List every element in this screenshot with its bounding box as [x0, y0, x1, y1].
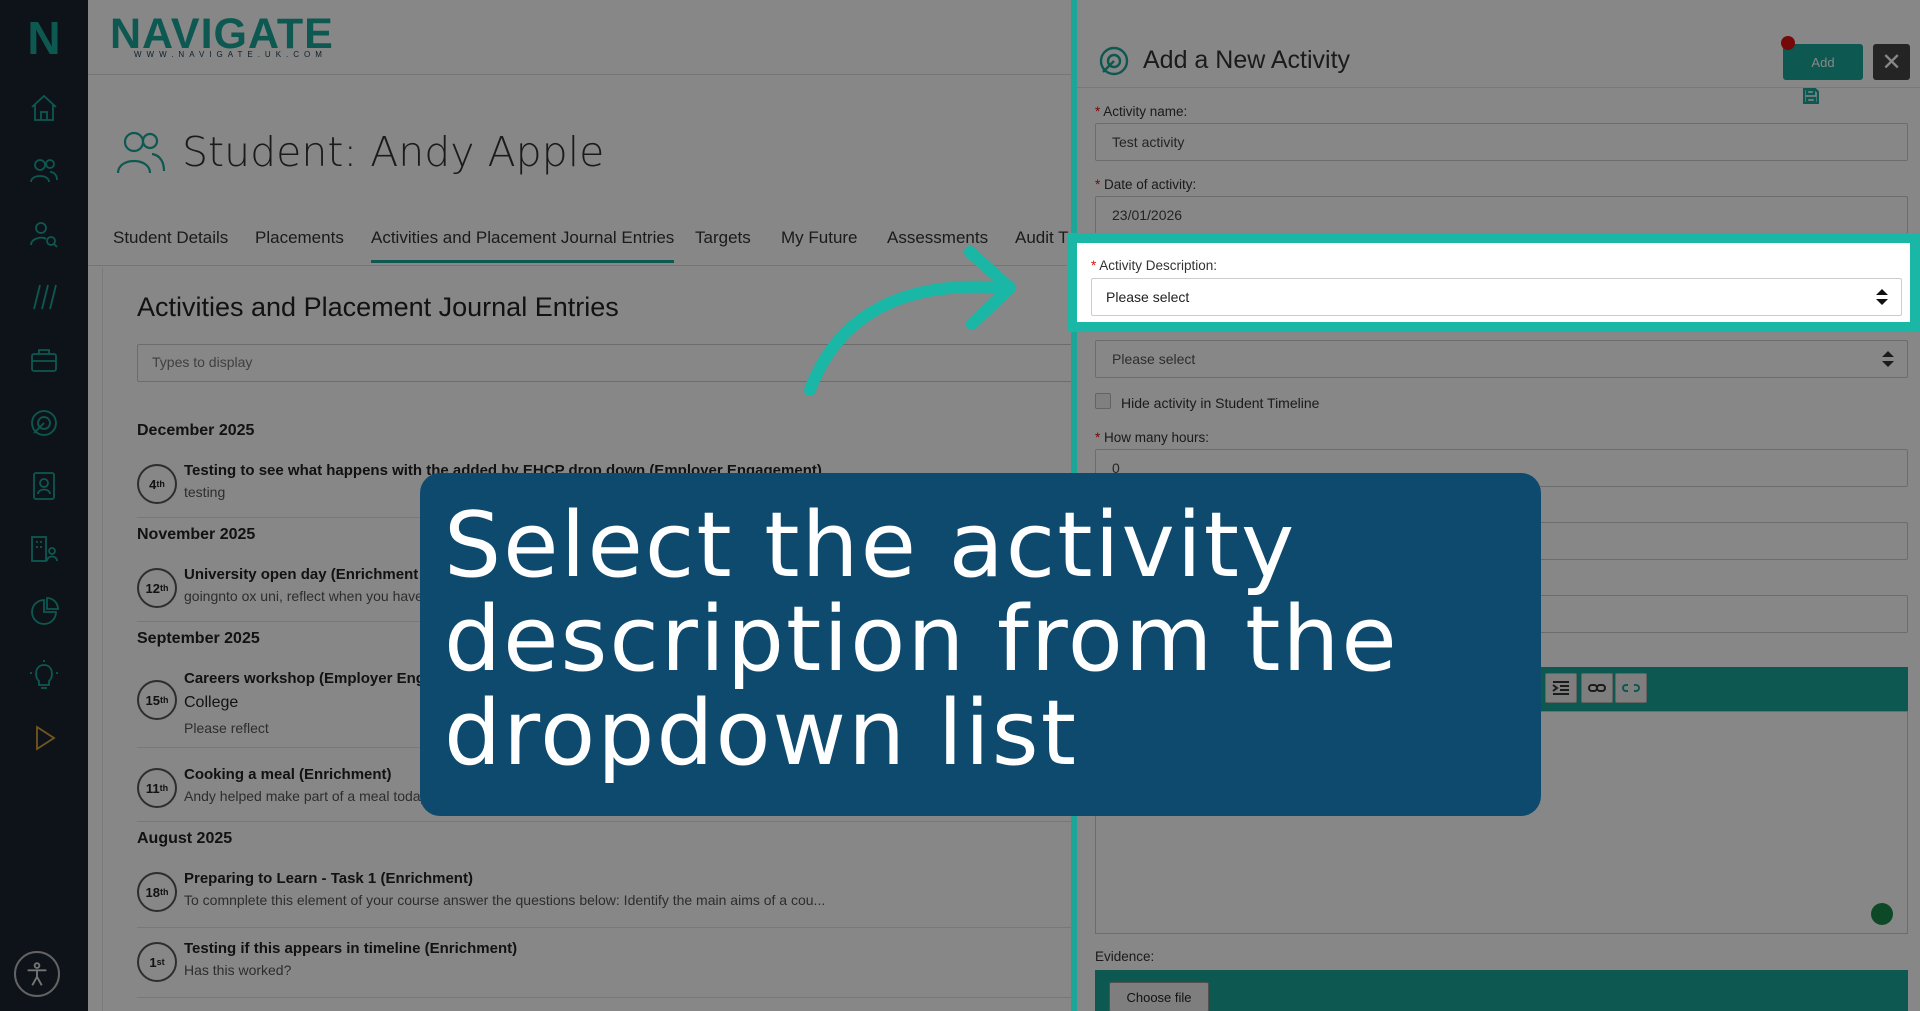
slashes-icon[interactable] — [18, 271, 70, 323]
unlink-icon[interactable] — [1615, 673, 1647, 703]
home-icon[interactable] — [18, 82, 70, 134]
second-select[interactable]: Please select — [1095, 340, 1908, 378]
divider — [137, 821, 1137, 822]
tab-student-details[interactable]: Student Details — [113, 228, 228, 260]
tab-targets[interactable]: Targets — [695, 228, 751, 260]
page-title: Student: Andy Apple — [182, 128, 605, 176]
callout-text: Select the activity description from the… — [444, 493, 1399, 786]
divider — [137, 997, 1137, 998]
month-heading: August 2025 — [137, 830, 233, 847]
entry-extra: College — [184, 694, 239, 711]
evidence-bar: Choose file — [1095, 970, 1908, 1011]
accessibility-icon[interactable] — [14, 951, 60, 997]
sidebar: N — [0, 0, 88, 1011]
app-logo[interactable]: N — [18, 12, 70, 64]
brand-url: WWW.NAVIGATE.UK.COM — [134, 50, 327, 59]
lightbulb-icon[interactable] — [18, 649, 70, 701]
timeline-entry[interactable]: 1st Testing if this appears in timeline … — [137, 940, 1137, 996]
tab-audit[interactable]: Audit T — [1015, 228, 1069, 260]
close-button[interactable]: ✕ — [1873, 44, 1910, 80]
date-badge: 1st — [137, 942, 177, 982]
date-badge: 4th — [137, 464, 177, 504]
student-icon — [116, 131, 166, 174]
pie-chart-icon[interactable] — [18, 586, 70, 638]
notification-dot — [1781, 36, 1795, 50]
add-button-label: Add — [1811, 54, 1835, 70]
choose-file-button[interactable]: Choose file — [1109, 982, 1209, 1011]
pointer-arrow — [804, 246, 1016, 396]
month-heading: December 2025 — [137, 422, 255, 439]
activity-name-label: * Activity name: — [1095, 104, 1188, 119]
entry-title: University open day (Enrichment — [184, 566, 419, 583]
entry-title: Careers workshop (Employer Eng — [184, 670, 425, 687]
date-badge: 15th — [137, 680, 177, 720]
entry-subtitle: Andy helped make part of a meal today — [184, 788, 428, 804]
link-icon[interactable] — [1581, 673, 1613, 703]
ai-assistant-icon[interactable] — [1871, 903, 1893, 925]
app-window: N NAVIGATE WWW.NAVIGATE.UK.COM Student: … — [0, 0, 1920, 1011]
panel-title: Add a New Activity — [1143, 46, 1351, 74]
hide-timeline-checkbox[interactable] — [1095, 393, 1111, 409]
entry-title: Preparing to Learn - Task 1 (Enrichment) — [184, 870, 473, 887]
user-search-icon[interactable] — [18, 208, 70, 260]
indent-icon[interactable] — [1545, 673, 1577, 703]
tab-placements[interactable]: Placements — [255, 228, 344, 260]
divider — [137, 927, 1137, 928]
building-people-icon[interactable] — [18, 523, 70, 575]
date-label: * Date of activity: — [1095, 177, 1197, 192]
activity-description-select[interactable]: Please select — [1091, 278, 1902, 316]
evidence-label: Evidence: — [1095, 949, 1155, 964]
entry-title: Testing if this appears in timeline (Enr… — [184, 940, 518, 957]
month-heading: November 2025 — [137, 526, 256, 543]
entry-subtitle: testing — [184, 484, 226, 500]
panel-header: Add a New Activity Add ✕ — [1077, 0, 1920, 104]
save-icon — [1803, 88, 1819, 104]
users-icon[interactable] — [18, 145, 70, 197]
date-input[interactable]: 23/01/2026 — [1095, 196, 1908, 234]
activity-icon — [1099, 46, 1129, 76]
briefcase-icon[interactable] — [18, 334, 70, 386]
activity-icon[interactable] — [18, 397, 70, 449]
date-badge: 12th — [137, 568, 177, 608]
sort-arrows-icon — [1882, 351, 1894, 367]
entry-subtitle: Has this worked? — [184, 962, 292, 978]
contact-card-icon[interactable] — [18, 460, 70, 512]
sort-arrows-icon — [1876, 289, 1888, 305]
entry-title: Cooking a meal (Enrichment) — [184, 766, 392, 783]
section-heading: Activities and Placement Journal Entries — [137, 292, 619, 322]
add-button[interactable]: Add — [1783, 44, 1863, 104]
hours-label: * How many hours: — [1095, 430, 1210, 445]
tab-activities[interactable]: Activities and Placement Journal Entries — [371, 228, 675, 263]
instruction-callout: Select the activity description from the… — [420, 473, 1541, 816]
play-icon[interactable] — [18, 712, 70, 764]
student-header: Student: Andy Apple — [116, 128, 604, 176]
entry-subtitle: Please reflect — [184, 720, 269, 736]
entry-subtitle: To comnplete this element of your course… — [184, 892, 826, 908]
date-badge: 11th — [137, 768, 177, 808]
timeline-entry[interactable]: 18th Preparing to Learn - Task 1 (Enrich… — [137, 870, 1137, 926]
month-heading: September 2025 — [137, 630, 260, 647]
hide-timeline-label: Hide activity in Student Timeline — [1121, 395, 1320, 411]
date-badge: 18th — [137, 872, 177, 912]
entry-subtitle: goingnto ox uni, reflect when you have — [184, 588, 423, 604]
activity-name-input[interactable]: Test activity — [1095, 123, 1908, 161]
